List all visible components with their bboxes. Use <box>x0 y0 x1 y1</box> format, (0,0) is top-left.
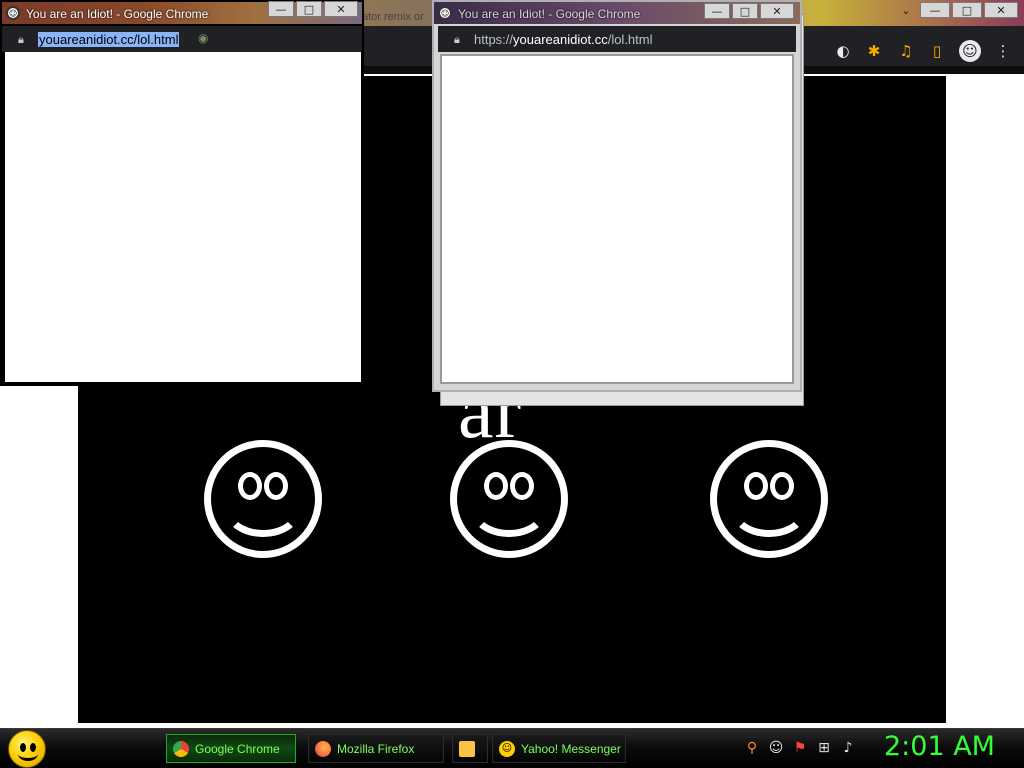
folder-icon <box>459 740 475 757</box>
profile-avatar-icon[interactable]: ☺ <box>959 40 981 62</box>
popup2-page-body <box>440 54 794 384</box>
background-tab-title[interactable]: ator remix or <box>362 11 424 23</box>
popup1-url[interactable]: youareanidiot.cc/lol.html <box>38 32 180 47</box>
side-panel-icon[interactable]: ▯ <box>928 42 946 60</box>
search-icon[interactable]: ⚲ <box>744 740 760 756</box>
idiot-popup-window-1[interactable]: ☺ You are an Idiot! - Google Chrome 🔒︎ y… <box>0 0 364 386</box>
messenger-status-icon[interactable]: ☺ <box>768 740 784 756</box>
taskbar-item-mozilla-firefox[interactable]: Mozilla Firefox <box>308 734 444 763</box>
popup1-close-button[interactable]: ✕ <box>324 1 358 17</box>
taskbar-item-label: Mozilla Firefox <box>337 741 415 756</box>
desktop: ator remix or ⌄ — □ ✕ ◐ ✱ ♫ ▯ ☺ ⋮ ar t! <box>0 0 1024 768</box>
popup2-title: You are an Idiot! - Google Chrome <box>458 7 641 21</box>
yahoo-messenger-icon: ☺ <box>499 740 515 757</box>
popup2-address-bar[interactable]: 🔒︎ https://youareanidiot.cc/lol.html <box>438 26 796 52</box>
chrome-icon <box>173 740 189 757</box>
popup1-favicon-icon: ☺ <box>6 6 20 20</box>
smiley-face-icon <box>450 440 568 558</box>
network-icon[interactable]: ⊞ <box>816 740 832 756</box>
action-center-flag-icon[interactable]: ⚑ <box>792 740 808 756</box>
taskbar-item-label: Yahoo! Messenger <box>521 741 621 756</box>
taskbar-item-label: Google Chrome <box>195 741 280 756</box>
smiley-mouth <box>223 477 303 537</box>
popup2-url[interactable]: https://youareanidiot.cc/lol.html <box>474 32 653 47</box>
chrome-menu-icon[interactable]: ⋮ <box>994 42 1012 60</box>
media-controls-icon[interactable]: ♫ <box>897 42 915 60</box>
smiley-mouth <box>729 477 809 537</box>
popup1-address-bar[interactable]: 🔒︎ youareanidiot.cc/lol.html ◉ <box>2 26 362 52</box>
tab-search-icon[interactable]: ⌄ <box>894 2 918 18</box>
popup2-maximize-button[interactable]: □ <box>732 3 758 19</box>
smiley-face-icon <box>204 440 322 558</box>
start-orb-mouth <box>18 747 38 761</box>
popup2-minimize-button[interactable]: — <box>704 3 730 19</box>
main-maximize-button[interactable]: □ <box>952 2 982 18</box>
taskbar-item-yahoo-messenger[interactable]: ☺ Yahoo! Messenger <box>492 734 626 763</box>
popup2-favicon-icon: ☺ <box>438 6 452 20</box>
cursor-ring-icon: ◉ <box>198 31 209 45</box>
idiot-popup-window-2[interactable]: ☺ You are an Idiot! - Google Chrome — □ … <box>432 0 802 392</box>
popup2-close-button[interactable]: ✕ <box>760 3 794 19</box>
main-minimize-button[interactable]: — <box>920 2 950 18</box>
volume-icon[interactable]: ♪ <box>840 740 856 756</box>
popup2-url-path: /lol.html <box>607 32 653 47</box>
taskbar-item-folder[interactable] <box>452 734 488 763</box>
popup1-url-path: /lol.html <box>133 32 179 47</box>
popup1-window-controls: — □ ✕ <box>268 1 358 17</box>
popup1-minimize-button[interactable]: — <box>268 1 294 17</box>
extensions-puzzle-icon[interactable]: ✱ <box>865 42 883 60</box>
main-close-button[interactable]: ✕ <box>984 2 1018 18</box>
popup1-page-body <box>5 52 361 382</box>
start-button-smiley-icon[interactable] <box>8 730 46 768</box>
taskbar-clock[interactable]: 2:01 AM <box>884 731 995 762</box>
lock-icon[interactable]: 🔒︎ <box>454 33 464 46</box>
trans-flag-extension-icon[interactable]: ◐ <box>834 42 852 60</box>
popup2-url-host: youareanidiot.cc <box>513 32 608 47</box>
taskbar-item-google-chrome[interactable]: Google Chrome <box>166 734 296 763</box>
popup2-url-scheme: https:// <box>474 32 514 47</box>
lock-icon[interactable]: 🔒︎ <box>18 33 28 46</box>
smiley-mouth <box>469 477 549 537</box>
popup1-url-host: youareanidiot.cc <box>39 32 134 47</box>
smiley-face-icon <box>710 440 828 558</box>
popup1-maximize-button[interactable]: □ <box>296 1 322 17</box>
firefox-icon <box>315 740 331 757</box>
main-window-controls: ⌄ — □ ✕ <box>894 2 1018 18</box>
popup1-title: You are an Idiot! - Google Chrome <box>26 7 209 21</box>
popup2-window-controls: — □ ✕ <box>704 3 794 19</box>
